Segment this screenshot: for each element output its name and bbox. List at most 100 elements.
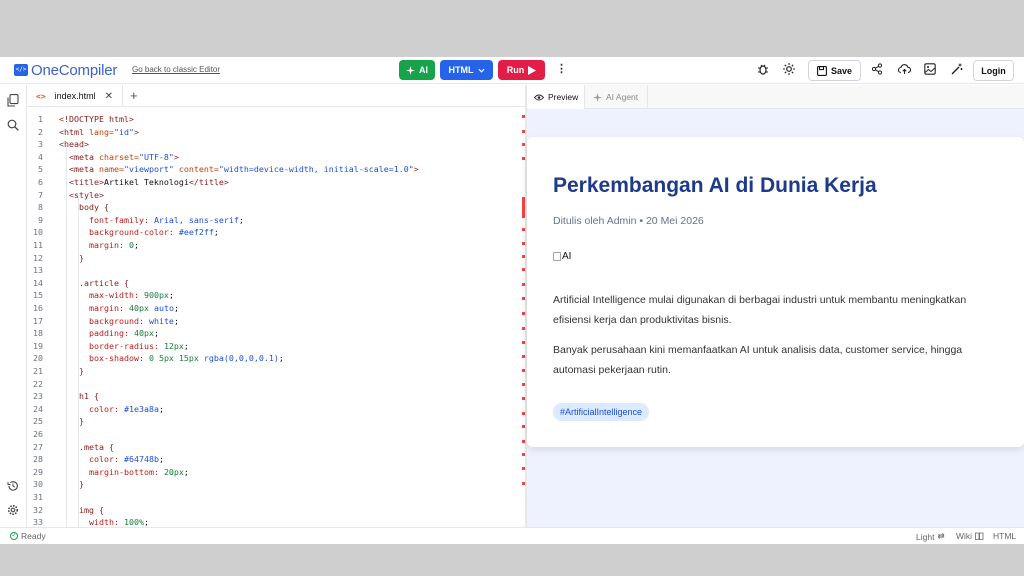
code-line: 14 .article {: [27, 277, 525, 290]
code-token: #64748b: [123, 454, 159, 465]
settings-icon[interactable]: [6, 504, 20, 518]
code-line: 8 body {: [27, 201, 525, 214]
add-file-icon[interactable]: +: [130, 88, 138, 103]
line-number: 22: [33, 378, 43, 389]
code-token: <!DOCTYPE html>: [59, 114, 134, 124]
code-token: <meta: [69, 164, 99, 175]
code-line: 11 margin: 0;: [27, 239, 525, 252]
code-token: 40px: [128, 303, 154, 313]
logo[interactable]: </> OneCompiler: [14, 61, 118, 79]
code-line: 25}: [27, 415, 525, 428]
code-line: 3 <head>: [27, 138, 525, 151]
code-text: <!DOCTYPE html>: [59, 113, 134, 126]
code-token: ;: [238, 214, 244, 225]
ai-button[interactable]: AI: [399, 60, 435, 80]
code-line: 21}: [27, 365, 525, 378]
code-token: </title>: [188, 177, 229, 187]
line-number: 19: [33, 340, 43, 351]
code-token: charset=: [98, 151, 139, 162]
code-token: ;: [173, 315, 179, 326]
code-area[interactable]: 1 <!DOCTYPE html> 2 <html lang="id"> 3 <head>…: [27, 107, 525, 533]
upload-cloud-icon[interactable]: [897, 63, 911, 77]
tab-filename: index.html: [54, 91, 96, 101]
history-icon[interactable]: [6, 480, 20, 494]
code-text: padding: 40px;: [89, 327, 159, 340]
preview-tab-bar: Preview AI Agent: [527, 85, 1024, 109]
code-token: 100%: [123, 517, 144, 528]
share-icon[interactable]: [870, 63, 884, 77]
logo-text: OneCompiler: [31, 61, 118, 79]
code-token: .article {: [79, 277, 129, 288]
code-token: "width=device-width, initial-scale=1.0": [218, 164, 414, 175]
code-text: color: #64748b;: [89, 453, 164, 466]
status-ready: ✓ Ready: [10, 531, 46, 541]
article-title: Perkembangan AI di Dunia Kerja: [553, 174, 877, 197]
line-number: 30: [33, 479, 43, 490]
language-select-label: HTML: [448, 65, 474, 75]
image-icon[interactable]: [923, 63, 937, 77]
run-button[interactable]: Run: [498, 60, 545, 80]
save-button[interactable]: Save: [808, 60, 861, 81]
hashtag-badge[interactable]: #ArtificialIntelligence: [553, 403, 650, 421]
tab-ai-agent[interactable]: AI Agent: [586, 85, 648, 109]
status-language[interactable]: HTML: [993, 531, 1016, 541]
code-text: border-radius: 12px;: [89, 340, 189, 353]
line-number: 23: [33, 391, 43, 402]
theme-toggle[interactable]: Light ⇄: [916, 531, 945, 542]
code-token: ;: [168, 290, 174, 301]
code-line: 10 background-color: #eef2ff;: [27, 226, 525, 239]
logo-mark: </>: [14, 64, 28, 76]
code-line: 28 color: #64748b;: [27, 453, 525, 466]
code-line: 17 background: white;: [27, 315, 525, 328]
code-line: 29 margin-bottom: 20px;: [27, 466, 525, 479]
sun-icon[interactable]: [782, 63, 796, 77]
language-select[interactable]: HTML: [440, 60, 493, 80]
code-line: 1 <!DOCTYPE html>: [27, 113, 525, 126]
wiki-link[interactable]: Wiki: [956, 531, 984, 541]
code-text: <meta charset="UTF-8">: [69, 151, 179, 164]
files-icon[interactable]: [6, 94, 20, 108]
code-token: .meta {: [79, 441, 114, 452]
code-line: 18 padding: 40px;: [27, 327, 525, 340]
line-number: 17: [33, 315, 43, 326]
more-options-icon[interactable]: ⋮: [556, 62, 567, 76]
code-token: background-color:: [89, 227, 179, 238]
code-token: lang=: [88, 126, 114, 137]
code-line: 12}: [27, 252, 525, 265]
code-token: }: [79, 416, 84, 427]
status-language-label: HTML: [993, 531, 1017, 541]
line-number: 7: [38, 189, 43, 200]
line-number: 4: [38, 151, 43, 162]
ai-button-label: AI: [419, 65, 428, 75]
code-line: 13: [27, 264, 525, 277]
code-line: 9 font-family: Arial, sans-serif;: [27, 214, 525, 227]
code-token: >: [413, 164, 419, 175]
code-line: 24 color: #1e3a8a;: [27, 403, 525, 416]
code-token: ;: [158, 403, 164, 414]
back-to-classic-link[interactable]: Go back to classic Editor: [132, 65, 220, 74]
code-token: margin-bottom:: [89, 466, 164, 477]
code-text: }: [79, 252, 84, 265]
line-number: 26: [33, 429, 43, 439]
bug-icon[interactable]: [756, 63, 770, 77]
tab-preview[interactable]: Preview: [527, 85, 585, 109]
line-number: 20: [33, 353, 43, 364]
code-token: }: [79, 252, 84, 263]
line-number: 14: [33, 277, 43, 288]
code-token: }: [79, 479, 84, 490]
code-text: color: #1e3a8a;: [89, 403, 164, 416]
line-number: 8: [38, 202, 43, 213]
magic-wand-icon[interactable]: [950, 63, 964, 77]
code-editor: <> index.html ✕ + 1 <!DOCTYPE html> 2 <html…: [27, 85, 525, 533]
line-number: 25: [33, 416, 43, 427]
play-icon: [528, 65, 537, 75]
login-button[interactable]: Login: [973, 60, 1014, 81]
close-icon[interactable]: ✕: [105, 91, 113, 102]
theme-label: Light: [916, 531, 935, 542]
tab-index-html[interactable]: <> index.html ✕: [27, 85, 123, 107]
code-token: <head>: [59, 139, 89, 150]
search-icon[interactable]: [6, 119, 20, 133]
code-token: >: [133, 126, 139, 137]
code-token: 0 5px 15px: [148, 353, 204, 364]
code-token: >: [173, 151, 179, 162]
